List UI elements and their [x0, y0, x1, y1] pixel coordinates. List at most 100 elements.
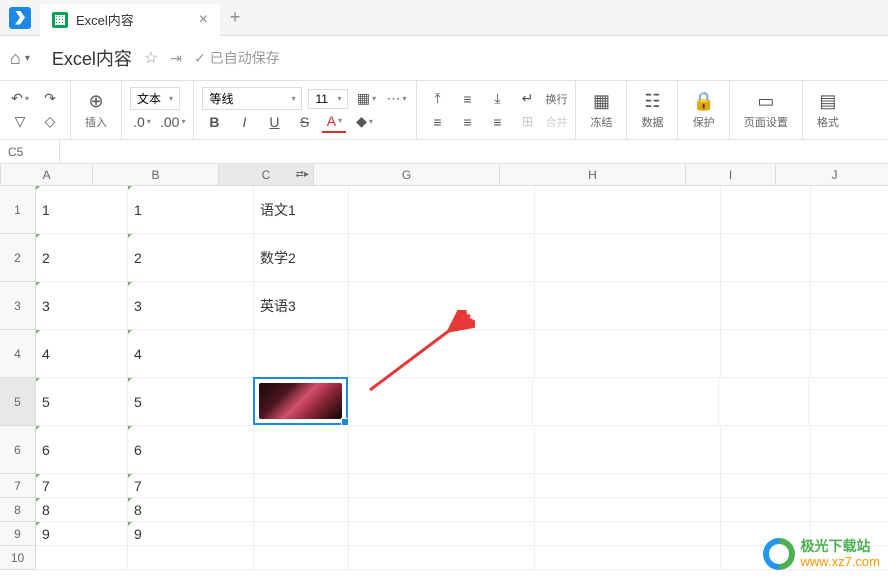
cell[interactable]: [349, 282, 535, 330]
cell[interactable]: [535, 498, 721, 522]
align-top-button[interactable]: ⤒: [425, 88, 449, 110]
embedded-image[interactable]: [259, 383, 342, 419]
page-setup-button[interactable]: ▭页面设置: [738, 87, 794, 134]
number-format-dropdown[interactable]: 文本: [130, 87, 180, 110]
cell[interactable]: 6: [128, 426, 254, 474]
insert-button[interactable]: ⊕ 插入: [79, 87, 113, 134]
merge-button[interactable]: 合并: [545, 114, 567, 130]
cell[interactable]: [254, 330, 349, 378]
cell[interactable]: [254, 498, 349, 522]
cells-area[interactable]: 11语文122数学233英语3445566778899: [36, 186, 888, 570]
row-header-2[interactable]: 2: [0, 234, 36, 282]
cell[interactable]: [535, 546, 721, 570]
app-logo[interactable]: [0, 0, 40, 36]
cell[interactable]: [533, 378, 719, 426]
cell[interactable]: [254, 426, 349, 474]
protect-button[interactable]: 🔒保护: [686, 87, 720, 134]
row-header-6[interactable]: 6: [0, 426, 36, 474]
cell[interactable]: [535, 234, 721, 282]
star-icon[interactable]: ☆: [144, 48, 158, 68]
cell[interactable]: [535, 282, 721, 330]
cell[interactable]: 2: [128, 234, 254, 282]
cell[interactable]: 3: [128, 282, 254, 330]
cell[interactable]: [254, 474, 349, 498]
home-button[interactable]: ⌂ ▾: [10, 48, 30, 69]
cell[interactable]: 6: [36, 426, 128, 474]
cell[interactable]: 2: [36, 234, 128, 282]
align-center-button[interactable]: ≡: [455, 111, 479, 133]
cell[interactable]: 4: [128, 330, 254, 378]
freeze-button[interactable]: ▦冻结: [584, 87, 618, 134]
cell[interactable]: [811, 282, 888, 330]
align-right-button[interactable]: ≡: [485, 111, 509, 133]
row-header-7[interactable]: 7: [0, 474, 36, 498]
row-header-8[interactable]: 8: [0, 498, 36, 522]
cell[interactable]: [811, 474, 888, 498]
cell[interactable]: [721, 498, 811, 522]
clear-format-button[interactable]: ◇: [38, 111, 62, 133]
cell-reference[interactable]: C5: [0, 140, 60, 163]
cell[interactable]: [349, 426, 535, 474]
cell[interactable]: [349, 474, 535, 498]
move-icon[interactable]: ⇥: [170, 50, 182, 67]
close-icon[interactable]: ×: [199, 11, 208, 29]
cell[interactable]: [349, 234, 535, 282]
font-size-dropdown[interactable]: 11: [308, 89, 348, 109]
cell[interactable]: [535, 522, 721, 546]
cell[interactable]: 9: [128, 522, 254, 546]
underline-button[interactable]: U: [262, 111, 286, 133]
bold-button[interactable]: B: [202, 111, 226, 133]
cell[interactable]: [36, 546, 128, 570]
align-bottom-button[interactable]: ⤓: [485, 88, 509, 110]
cell[interactable]: [349, 186, 535, 234]
cell[interactable]: [721, 426, 811, 474]
cell[interactable]: 3: [36, 282, 128, 330]
align-middle-button[interactable]: ≡: [455, 88, 479, 110]
italic-button[interactable]: I: [232, 111, 256, 133]
font-family-dropdown[interactable]: 等线: [202, 87, 302, 110]
cell[interactable]: 数学2: [254, 234, 349, 282]
column-header-C[interactable]: C⇄▸: [219, 164, 314, 186]
cell[interactable]: [811, 426, 888, 474]
document-tab[interactable]: Excel内容 ×: [40, 4, 220, 36]
cell[interactable]: 8: [36, 498, 128, 522]
cell[interactable]: 8: [128, 498, 254, 522]
cell[interactable]: [721, 282, 811, 330]
cell[interactable]: [349, 330, 535, 378]
cell[interactable]: [811, 186, 888, 234]
decimal-increase-button[interactable]: .00: [160, 111, 185, 133]
format-button[interactable]: ▤格式: [811, 87, 845, 134]
column-header-B[interactable]: B: [93, 164, 219, 186]
wrap-button[interactable]: 换行: [545, 91, 567, 107]
border-button[interactable]: ▦: [354, 88, 378, 110]
format-painter-button[interactable]: ▽: [8, 111, 32, 133]
cell[interactable]: [347, 378, 533, 426]
more-font-button[interactable]: ⋯: [384, 88, 408, 110]
row-header-10[interactable]: 10: [0, 546, 36, 570]
cell[interactable]: 4: [36, 330, 128, 378]
cell[interactable]: [811, 234, 888, 282]
row-header-3[interactable]: 3: [0, 282, 36, 330]
cell[interactable]: [809, 378, 888, 426]
cell[interactable]: 1: [36, 186, 128, 234]
row-header-4[interactable]: 4: [0, 330, 36, 378]
cell[interactable]: [721, 474, 811, 498]
cell[interactable]: [254, 546, 349, 570]
cell[interactable]: 9: [36, 522, 128, 546]
align-left-button[interactable]: ≡: [425, 111, 449, 133]
cell[interactable]: 5: [36, 378, 128, 426]
filter-icon[interactable]: ⇄▸: [296, 169, 309, 180]
cell[interactable]: [721, 234, 811, 282]
cell[interactable]: [128, 546, 254, 570]
cell[interactable]: [349, 546, 535, 570]
cell[interactable]: [349, 522, 535, 546]
strikethrough-button[interactable]: S: [292, 111, 316, 133]
font-color-button[interactable]: A: [322, 111, 346, 133]
cell[interactable]: 英语3: [254, 282, 349, 330]
column-header-J[interactable]: J: [776, 164, 888, 186]
cell[interactable]: [811, 330, 888, 378]
cell[interactable]: 1: [128, 186, 254, 234]
fill-color-button[interactable]: ◆: [352, 111, 376, 133]
cell[interactable]: [811, 498, 888, 522]
cell[interactable]: [254, 522, 349, 546]
